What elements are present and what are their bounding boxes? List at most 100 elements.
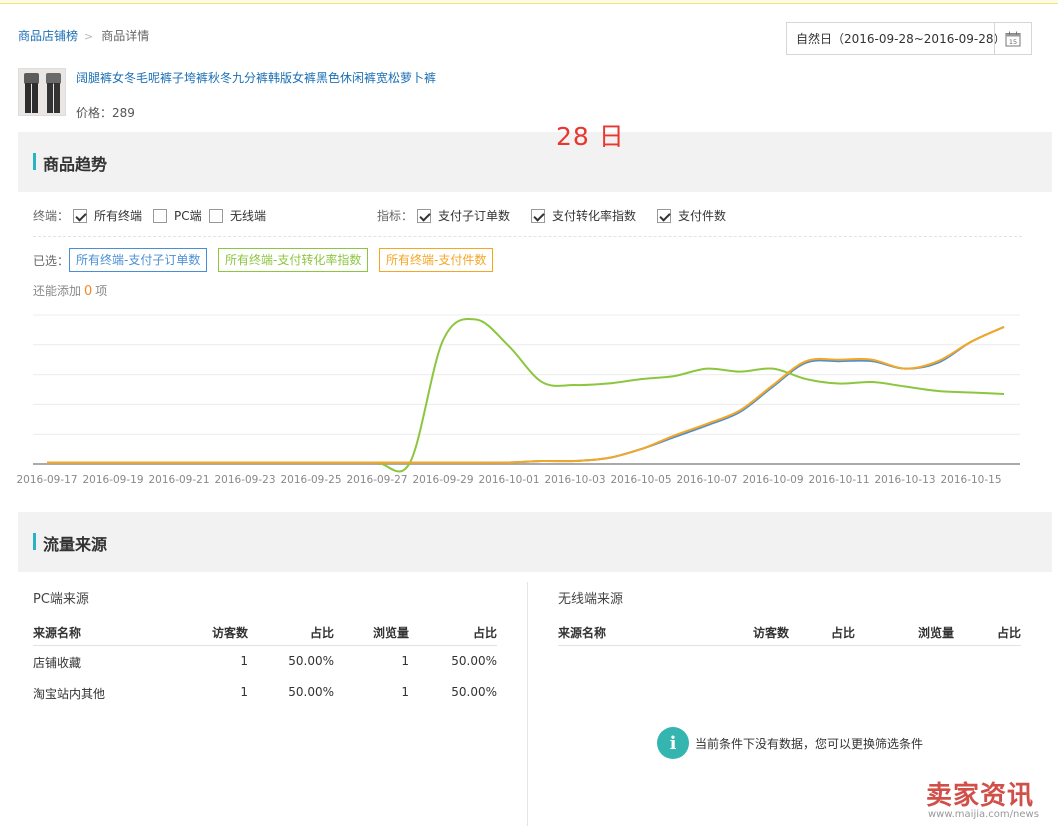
- series-line-1[interactable]: [47, 317, 1005, 473]
- table-row: 淘宝站内其他 1 50.00% 1 50.00%: [33, 685, 497, 705]
- col-pageview-share[interactable]: 占比: [473, 624, 497, 641]
- x-tick-label: 2016-09-19: [82, 474, 143, 486]
- empty-state: i 当前条件下没有数据，您可以更换筛选条件: [657, 727, 923, 759]
- watermark: 卖家资讯 www.maijia.com/news: [926, 775, 1058, 826]
- x-tick-label: 2016-09-17: [16, 474, 77, 486]
- selected-tag[interactable]: 所有终端-支付件数: [379, 248, 494, 272]
- date-range-label[interactable]: 自然日（2016-09-28~2016-09-28）: [787, 30, 1006, 47]
- metrics-label: 指标：: [377, 209, 414, 223]
- cell-source-name[interactable]: 店铺收藏: [33, 654, 81, 671]
- terminal-option-label: 无线端: [230, 209, 267, 223]
- notice-bar: [0, 0, 1058, 4]
- metric-option-label: 支付子订单数: [438, 209, 511, 223]
- can-add-prefix: 还能添加: [33, 284, 82, 298]
- metric-option-paid-items[interactable]: 支付件数: [657, 207, 726, 224]
- section-accent-bar: [33, 153, 36, 170]
- trend-line-chart[interactable]: 2016-09-17 2016-09-19 2016-09-21 2016-09-23…: [0, 305, 1058, 495]
- metric-option-label: 支付转化率指数: [552, 209, 637, 223]
- trend-section-title: 商品趋势: [43, 155, 108, 174]
- x-tick-label: 2016-09-29: [412, 474, 473, 486]
- checkbox-unchecked[interactable]: [209, 208, 223, 223]
- calendar-button[interactable]: 15: [994, 23, 1031, 54]
- section-accent-bar: [33, 533, 36, 550]
- x-tick-label: 2016-10-07: [676, 474, 737, 486]
- series-line-2[interactable]: [47, 326, 1005, 464]
- col-visitors[interactable]: 访客数: [212, 624, 248, 641]
- col-pageview-share[interactable]: 占比: [997, 624, 1021, 641]
- terminal-option-pc[interactable]: PC端: [153, 207, 202, 224]
- cell-source-name[interactable]: 淘宝站内其他: [33, 685, 105, 702]
- x-tick-label: 2016-10-05: [610, 474, 671, 486]
- chevron-right-icon: >: [84, 30, 94, 43]
- x-tick-label: 2016-10-03: [544, 474, 605, 486]
- cell-pageview-share: 50.00%: [451, 654, 497, 668]
- col-visitors[interactable]: 访客数: [753, 624, 789, 641]
- col-source-name: 来源名称: [33, 626, 82, 640]
- overlay-day-annotation: 28 日: [556, 122, 625, 151]
- product-thumbnail[interactable]: [18, 68, 66, 116]
- col-pageviews[interactable]: 浏览量: [373, 624, 409, 641]
- cell-pageview-share: 50.00%: [451, 685, 497, 699]
- panel-divider: [527, 582, 528, 826]
- divider: [33, 236, 1022, 237]
- terminal-label: 终端：: [33, 209, 70, 223]
- watermark-url: www.maijia.com/news: [928, 809, 1039, 820]
- metric-option-paid-suborders[interactable]: 支付子订单数: [417, 207, 510, 224]
- breadcrumb-root-link[interactable]: 商品店铺榜: [18, 29, 78, 43]
- breadcrumb-current: 商品详情: [101, 29, 150, 43]
- traffic-section-header: 流量来源: [18, 512, 1052, 572]
- can-add-hint: 还能添加 0 项: [33, 282, 107, 299]
- traffic-section-title: 流量来源: [43, 535, 108, 554]
- product-price: 价格：289: [76, 106, 135, 120]
- terminal-option-mobile[interactable]: 无线端: [209, 207, 266, 224]
- checkbox-checked[interactable]: [657, 208, 671, 223]
- x-tick-label: 2016-10-11: [808, 474, 869, 486]
- checkbox-checked[interactable]: [73, 208, 87, 223]
- col-visitor-share[interactable]: 占比: [310, 624, 334, 641]
- watermark-brand: 卖家资讯: [926, 781, 1035, 811]
- can-add-count: 0: [84, 284, 93, 299]
- checkbox-unchecked[interactable]: [153, 208, 167, 223]
- x-tick-label: 2016-09-23: [214, 474, 275, 486]
- table-row: 店铺收藏 1 50.00% 1 50.00%: [33, 654, 497, 674]
- x-tick-label: 2016-10-15: [940, 474, 1001, 486]
- calendar-day-number: 15: [1009, 38, 1017, 46]
- cell-pageviews: 1: [401, 654, 409, 668]
- info-icon: i: [657, 727, 689, 759]
- date-range-picker[interactable]: 自然日（2016-09-28~2016-09-28） 15: [786, 22, 1032, 55]
- pc-source-title: PC端来源: [33, 592, 89, 607]
- calendar-icon: 15: [1005, 31, 1021, 46]
- checkbox-checked[interactable]: [417, 208, 431, 223]
- can-add-suffix: 项: [95, 284, 108, 298]
- mobile-source-title: 无线端来源: [558, 592, 624, 607]
- metric-option-conversion-index[interactable]: 支付转化率指数: [531, 207, 636, 224]
- empty-state-text: 当前条件下没有数据，您可以更换筛选条件: [695, 736, 924, 751]
- selected-label: 已选：: [33, 254, 70, 268]
- metric-option-label: 支付件数: [678, 209, 727, 223]
- terminal-option-label: 所有终端: [94, 209, 143, 223]
- x-tick-label: 2016-09-27: [346, 474, 407, 486]
- series-line-0[interactable]: [47, 326, 1005, 464]
- terminal-option-all[interactable]: 所有终端: [73, 207, 142, 224]
- cell-visitors: 1: [240, 654, 248, 668]
- col-visitor-share[interactable]: 占比: [831, 624, 855, 641]
- selected-tag[interactable]: 所有终端-支付转化率指数: [218, 248, 369, 272]
- pc-table-header: 来源名称 访客数 占比 浏览量 占比: [33, 624, 497, 646]
- col-source-name: 来源名称: [558, 626, 607, 640]
- product-title-link[interactable]: 阔腿裤女冬毛呢裤子垮裤秋冬九分裤韩版女裤黑色休闲裤宽松萝卜裤: [76, 69, 436, 86]
- cell-visitors: 1: [240, 685, 248, 699]
- checkbox-checked[interactable]: [531, 208, 545, 223]
- mobile-table-header: 来源名称 访客数 占比 浏览量 占比: [558, 624, 1021, 646]
- cell-pageviews: 1: [401, 685, 409, 699]
- x-tick-label: 2016-09-25: [280, 474, 341, 486]
- trend-section-header: 商品趋势: [18, 132, 1052, 192]
- col-pageviews[interactable]: 浏览量: [918, 624, 954, 641]
- x-tick-label: 2016-10-09: [742, 474, 803, 486]
- breadcrumb: 商品店铺榜 > 商品详情: [18, 27, 149, 44]
- x-tick-label: 2016-09-21: [148, 474, 209, 486]
- cell-visitor-share: 50.00%: [288, 654, 334, 668]
- terminal-option-label: PC端: [174, 209, 202, 223]
- selected-tag[interactable]: 所有终端-支付子订单数: [69, 248, 208, 272]
- x-tick-label: 2016-10-13: [874, 474, 935, 486]
- cell-visitor-share: 50.00%: [288, 685, 334, 699]
